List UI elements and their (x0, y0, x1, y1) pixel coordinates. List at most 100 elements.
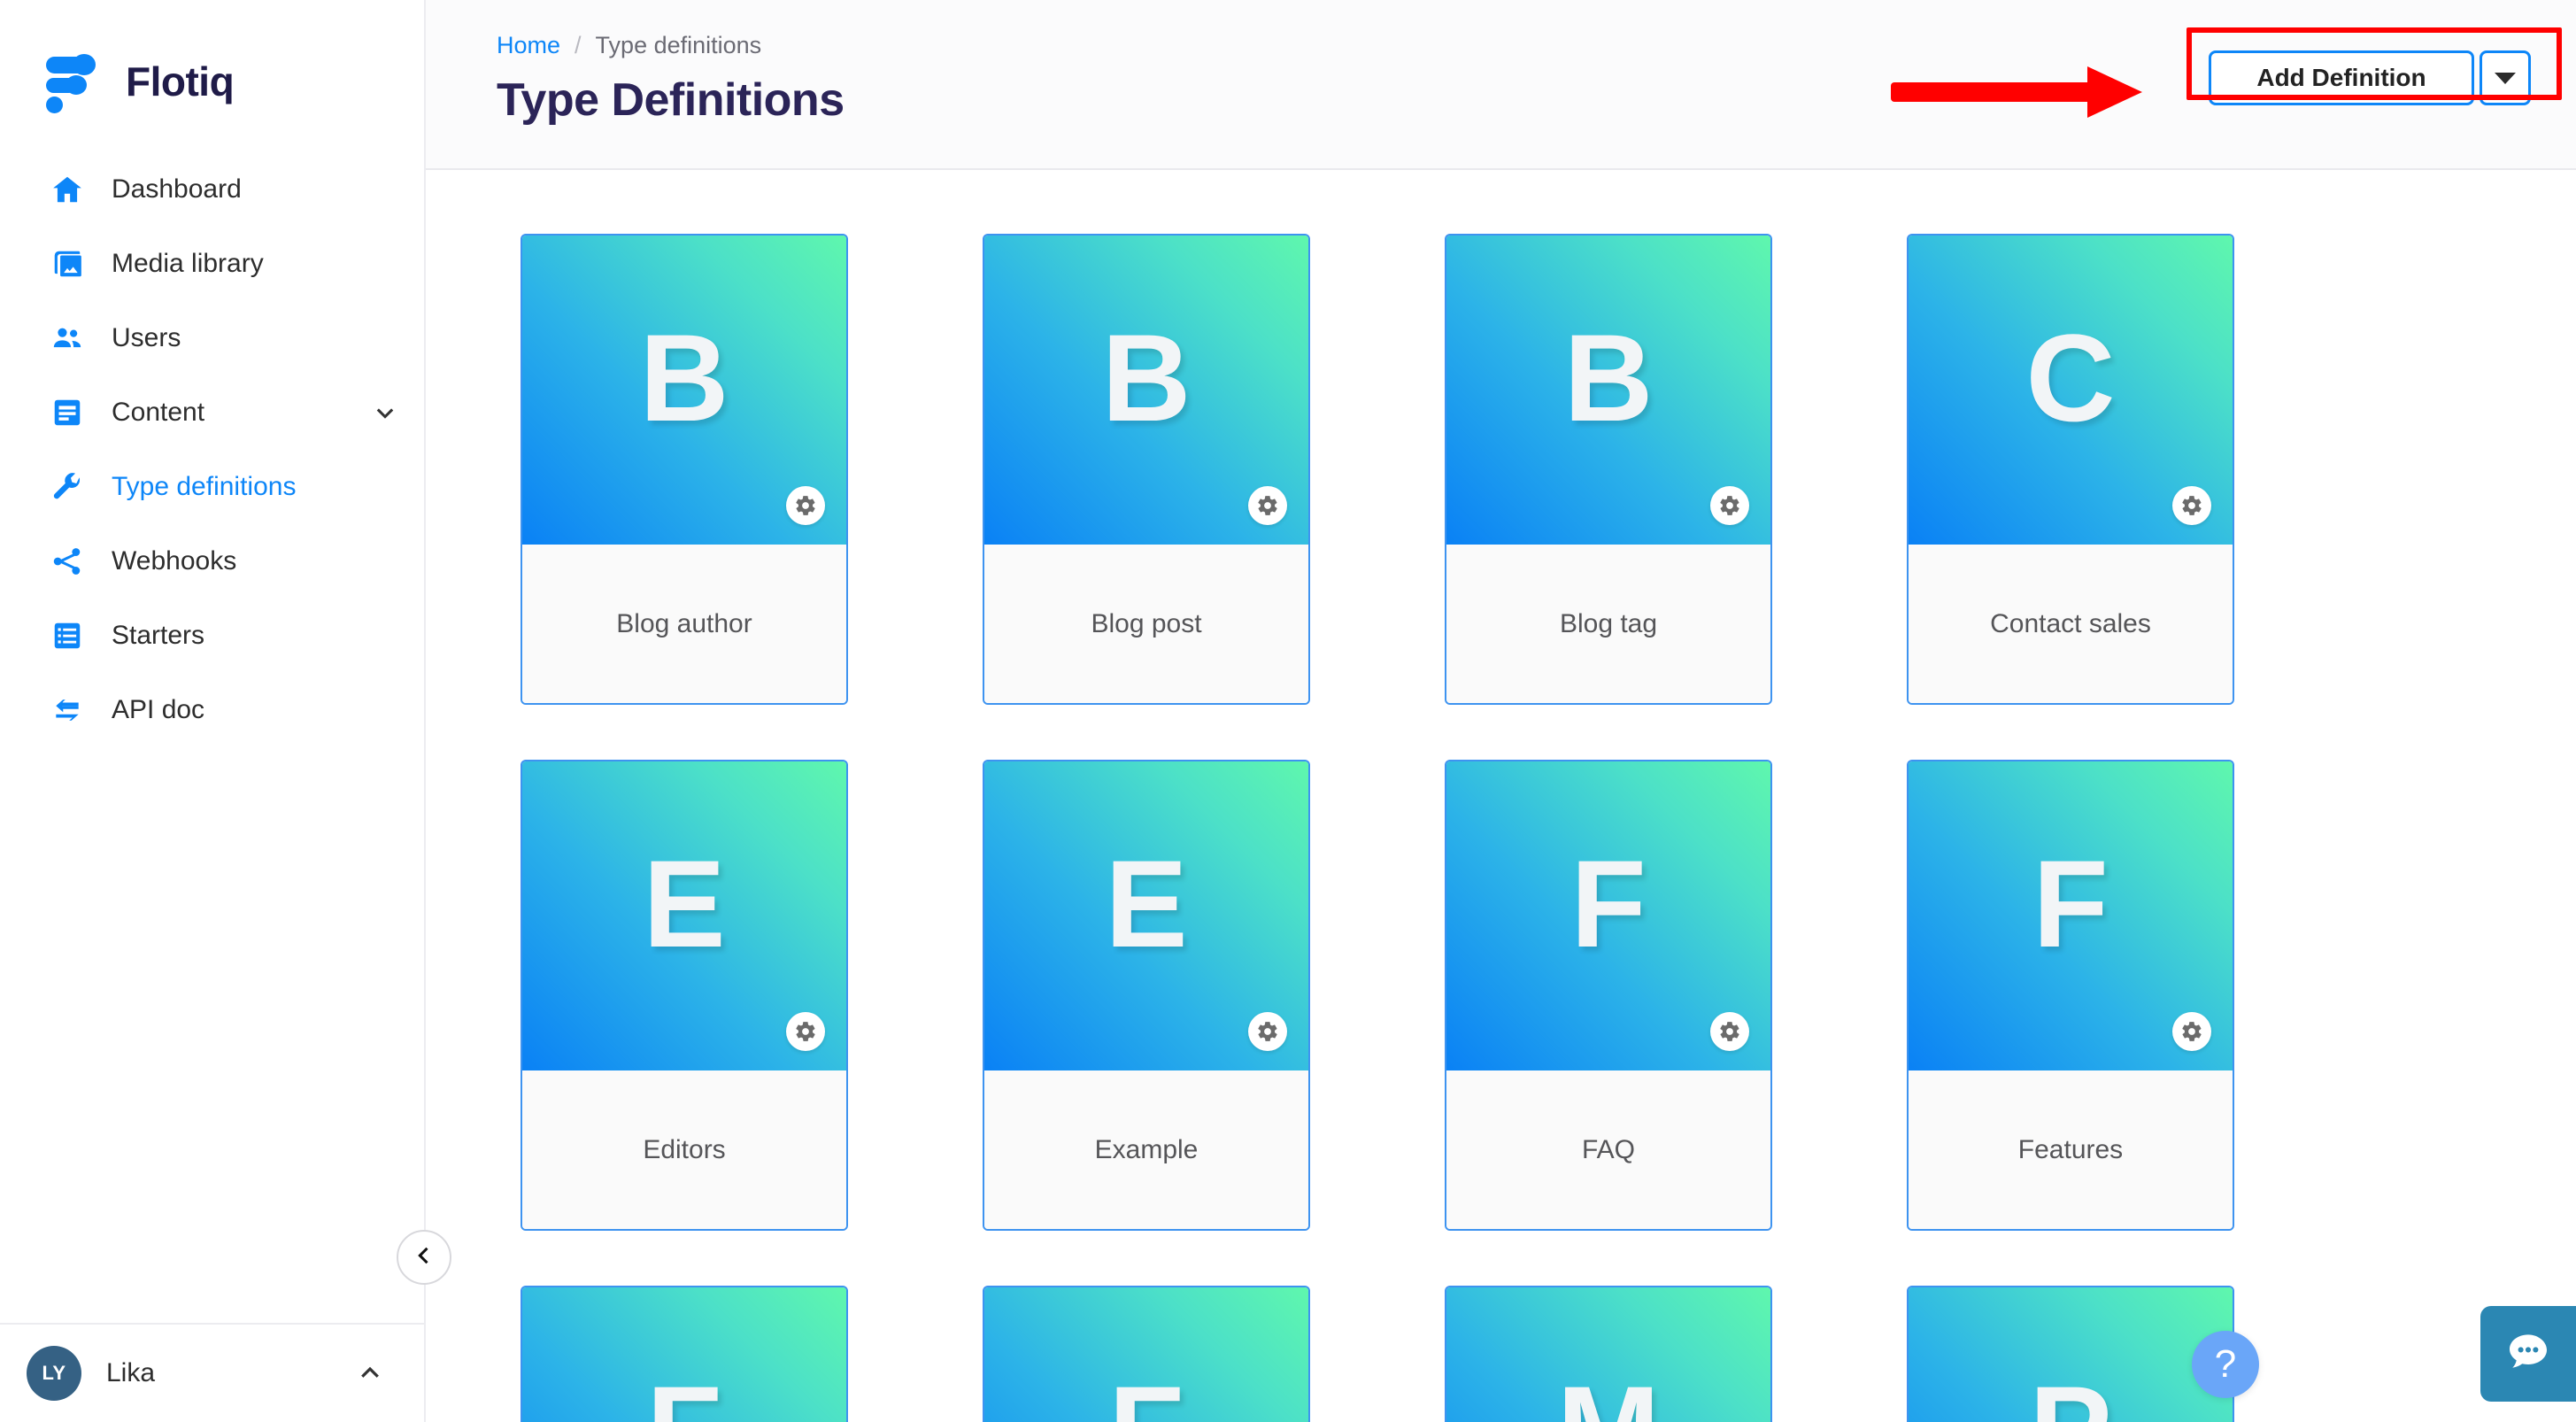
sidebar-item-label: Users (112, 323, 181, 352)
type-definitions-grid: B Blog author B Blog post B Blog tag C Contact … (521, 234, 2335, 1422)
help-button[interactable]: ? (2192, 1331, 2259, 1398)
sidebar-collapse-button[interactable] (397, 1230, 451, 1285)
page-header: Home / Type definitions Type Definitions… (426, 0, 2576, 170)
type-definition-card[interactable]: F (521, 1286, 848, 1422)
sidebar-item-media-library[interactable]: Media library (0, 227, 424, 301)
chat-button[interactable] (2480, 1306, 2576, 1402)
card-footer: Blog post (984, 545, 1308, 703)
card-letter: F (646, 1367, 722, 1422)
type-definition-card[interactable]: F (983, 1286, 1310, 1422)
card-thumbnail: P (1909, 1287, 2233, 1422)
card-footer: FAQ (1446, 1070, 1770, 1229)
flotiq-logo-icon (46, 51, 106, 113)
checklist-icon (50, 618, 85, 653)
type-definition-card[interactable]: B Blog tag (1445, 234, 1772, 705)
card-thumbnail: F (984, 1287, 1308, 1422)
user-account-footer[interactable]: LY Lika (0, 1323, 424, 1422)
add-definition-dropdown-button[interactable] (2480, 50, 2531, 105)
chevron-down-icon[interactable] (373, 400, 397, 425)
sidebar-item-webhooks[interactable]: Webhooks (0, 524, 424, 599)
card-letter: F (2032, 833, 2109, 973)
card-footer: Example (984, 1070, 1308, 1229)
card-label: Blog post (1091, 608, 1202, 638)
card-footer: Editors (522, 1070, 846, 1229)
type-definition-card[interactable]: F FAQ (1445, 760, 1772, 1231)
card-label: Contact sales (1990, 608, 2151, 638)
gear-icon[interactable] (2172, 1012, 2211, 1051)
type-definition-card[interactable]: M (1445, 1286, 1772, 1422)
question-mark-icon: ? (2214, 1342, 2237, 1386)
card-letter: B (1563, 307, 1654, 447)
sidebar-item-api-doc[interactable]: API doc (0, 673, 424, 747)
users-icon (50, 321, 85, 356)
user-name: Lika (106, 1358, 156, 1387)
add-definition-button-group: Add Definition (2209, 50, 2531, 105)
card-label: Blog tag (1559, 608, 1658, 638)
gear-icon[interactable] (1710, 486, 1749, 525)
type-definition-card[interactable]: P (1907, 1286, 2234, 1422)
app-root: Flotiq Dashboard Media library Users Con… (0, 0, 2576, 1422)
gear-icon[interactable] (1710, 1012, 1749, 1051)
type-definition-card[interactable]: C Contact sales (1907, 234, 2234, 705)
sidebar-item-users[interactable]: Users (0, 301, 424, 375)
type-definition-card[interactable]: B Blog post (983, 234, 1310, 705)
sidebar-item-label: Starters (112, 621, 205, 650)
main-content: Home / Type definitions Type Definitions… (426, 0, 2576, 1422)
card-letter: F (1108, 1367, 1184, 1422)
card-thumbnail: B (1446, 236, 1770, 545)
card-letter: E (1105, 833, 1188, 973)
card-footer: Features (1909, 1070, 2233, 1229)
brand-name: Flotiq (126, 58, 235, 104)
type-definition-card[interactable]: E Example (983, 760, 1310, 1231)
sidebar-item-label: Dashboard (112, 174, 242, 204)
type-definition-card[interactable]: F Features (1907, 760, 2234, 1231)
card-letter: E (643, 833, 726, 973)
card-footer: Contact sales (1909, 545, 2233, 703)
gear-icon[interactable] (1248, 1012, 1287, 1051)
card-thumbnail: F (522, 1287, 846, 1422)
sidebar-item-label: Webhooks (112, 546, 237, 576)
card-thumbnail: E (984, 761, 1308, 1070)
type-definition-card[interactable]: B Blog author (521, 234, 848, 705)
add-definition-button[interactable]: Add Definition (2209, 50, 2474, 105)
type-definitions-grid-container: B Blog author B Blog post B Blog tag C Contact … (426, 172, 2576, 1422)
sidebar-item-label: Media library (112, 249, 264, 278)
card-letter: F (1570, 833, 1647, 973)
sidebar-item-starters[interactable]: Starters (0, 599, 424, 673)
card-thumbnail: B (984, 236, 1308, 545)
card-thumbnail: F (1909, 761, 2233, 1070)
sidebar-item-content[interactable]: Content (0, 375, 424, 450)
type-definition-card[interactable]: E Editors (521, 760, 848, 1231)
gear-icon[interactable] (786, 1012, 825, 1051)
card-label: FAQ (1581, 1134, 1635, 1164)
card-letter: P (2029, 1367, 2111, 1422)
image-icon (50, 246, 85, 282)
breadcrumb-home-link[interactable]: Home (497, 32, 560, 59)
card-thumbnail: M (1446, 1287, 1770, 1422)
sidebar-item-type-definitions[interactable]: Type definitions (0, 450, 424, 524)
home-icon (50, 172, 85, 207)
card-thumbnail: F (1446, 761, 1770, 1070)
card-label: Example (1094, 1134, 1199, 1164)
gear-icon[interactable] (1248, 486, 1287, 525)
card-footer: Blog author (522, 545, 846, 703)
brand-logo[interactable]: Flotiq (0, 0, 424, 120)
sidebar-item-label: Content (112, 398, 205, 427)
chevron-left-icon (412, 1243, 436, 1272)
swap-arrows-icon (50, 692, 85, 728)
avatar: LY (27, 1346, 81, 1401)
card-thumbnail: B (522, 236, 846, 545)
caret-down-icon (2495, 72, 2516, 84)
chevron-up-icon[interactable] (357, 1360, 383, 1387)
card-label: Features (2017, 1134, 2124, 1164)
gear-icon[interactable] (2172, 486, 2211, 525)
card-label: Blog author (616, 608, 752, 638)
sidebar: Flotiq Dashboard Media library Users Con… (0, 0, 426, 1422)
sidebar-item-label: API doc (112, 695, 205, 724)
card-letter: B (639, 307, 729, 447)
gear-icon[interactable] (786, 486, 825, 525)
sidebar-item-dashboard[interactable]: Dashboard (0, 152, 424, 227)
wrench-icon (50, 469, 85, 505)
card-letter: B (1101, 307, 1192, 447)
breadcrumb-separator: / (575, 32, 582, 58)
